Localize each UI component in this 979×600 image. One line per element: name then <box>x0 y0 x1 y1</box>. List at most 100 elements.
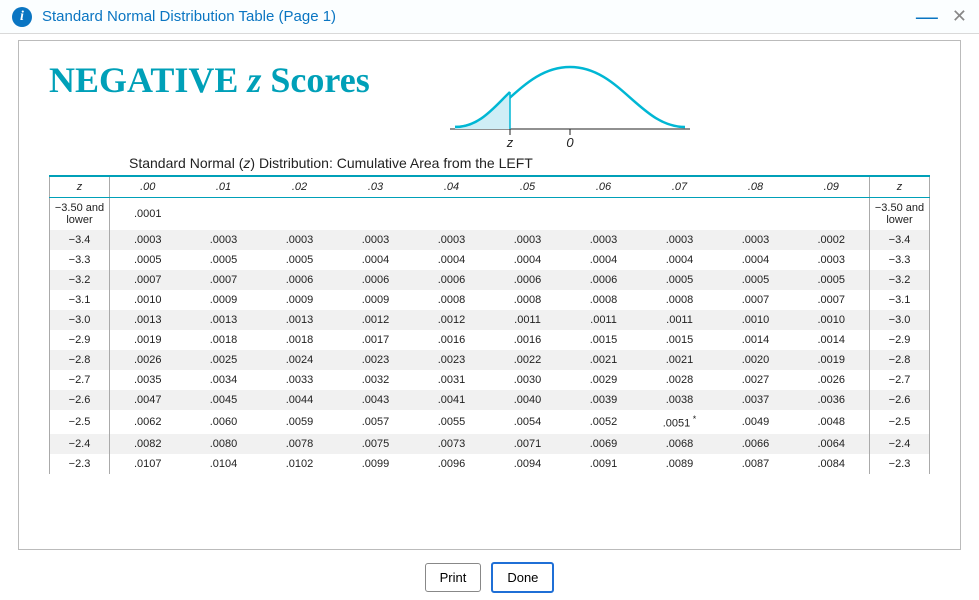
row-z-right: −2.8 <box>870 350 930 370</box>
cell-value: .0020 <box>742 354 770 366</box>
cell: .0008 <box>642 290 718 310</box>
row-z-right: −2.9 <box>870 330 930 350</box>
cell-value: .0033 <box>286 374 314 386</box>
cell-value: .0078 <box>286 438 314 450</box>
cell: .0054 <box>490 410 566 434</box>
row-z-right: −3.4 <box>870 230 930 250</box>
cell: .0009 <box>338 290 414 310</box>
cell: .0043 <box>338 390 414 410</box>
cell-value: .0028 <box>666 374 694 386</box>
cell-value: .0009 <box>286 294 314 306</box>
cell: .0075 <box>338 434 414 454</box>
print-button[interactable]: Print <box>425 563 482 592</box>
cell-value: .0044 <box>286 394 314 406</box>
cell: .0028 <box>642 370 718 390</box>
cell-value: .0089 <box>666 458 694 470</box>
cell: .0004 <box>718 250 794 270</box>
cell-value: .0059 <box>286 416 314 428</box>
row-z-left: −2.4 <box>50 434 110 454</box>
cell: .0004 <box>414 250 490 270</box>
cell-value: .0029 <box>590 374 618 386</box>
cell-value: .0040 <box>514 394 542 406</box>
cell-value: .0003 <box>134 234 162 246</box>
cell-value: .0055 <box>438 416 466 428</box>
table-subtitle: Standard Normal (z) Distribution: Cumula… <box>129 155 930 171</box>
cell: .0037 <box>718 390 794 410</box>
cell-value: .0057 <box>362 416 390 428</box>
table-row: −3.50 and lower.0001−3.50 and lower <box>50 198 930 231</box>
cell: .0006 <box>414 270 490 290</box>
col-header-04: .04 <box>414 176 490 198</box>
cell <box>794 198 870 231</box>
cell-value: .0099 <box>362 458 390 470</box>
table-row: −2.5.0062.0060.0059.0057.0055.0054.0052.… <box>50 410 930 434</box>
cell-value: .0039 <box>590 394 618 406</box>
cell-value: .0008 <box>514 294 542 306</box>
cell-value: .0005 <box>134 254 162 266</box>
minimize-button[interactable]: — <box>916 12 938 22</box>
row-z-left: −2.6 <box>50 390 110 410</box>
cell-value: .0008 <box>666 294 694 306</box>
footnote-star-icon: * <box>690 414 696 424</box>
table-row: −2.8.0026.0025.0024.0023.0023.0022.0021.… <box>50 350 930 370</box>
cell-value: .0007 <box>134 274 162 286</box>
row-z-right: −3.1 <box>870 290 930 310</box>
cell-value: .0007 <box>817 294 845 306</box>
cell-value: .0012 <box>438 314 466 326</box>
cell-value: .0003 <box>362 234 390 246</box>
row-z-left: −3.1 <box>50 290 110 310</box>
row-z-left: −3.0 <box>50 310 110 330</box>
heading-negative: NEGATIVE <box>49 60 238 100</box>
cell-value: .0014 <box>817 334 845 346</box>
cell: .0003 <box>186 230 262 250</box>
done-button[interactable]: Done <box>491 562 554 593</box>
cell: .0012 <box>338 310 414 330</box>
cell-value: .0071 <box>514 438 542 450</box>
cell: .0003 <box>110 230 186 250</box>
cell-value: .0064 <box>817 438 845 450</box>
cell: .0011 <box>566 310 642 330</box>
table-row: −2.7.0035.0034.0033.0032.0031.0030.0029.… <box>50 370 930 390</box>
cell-value: .0022 <box>514 354 542 366</box>
cell-value: .0014 <box>742 334 770 346</box>
cell: .0026 <box>110 350 186 370</box>
table-row: −2.4.0082.0080.0078.0075.0073.0071.0069.… <box>50 434 930 454</box>
cell: .0007 <box>718 290 794 310</box>
cell: .0059 <box>262 410 338 434</box>
cell-value: .0004 <box>666 254 694 266</box>
cell: .0007 <box>110 270 186 290</box>
cell-value: .0006 <box>438 274 466 286</box>
cell: .0102 <box>262 454 338 474</box>
cell: .0021 <box>566 350 642 370</box>
cell-value: .0035 <box>134 374 162 386</box>
row-z-right: −3.3 <box>870 250 930 270</box>
cell: .0014 <box>718 330 794 350</box>
cell: .0020 <box>718 350 794 370</box>
cell: .0029 <box>566 370 642 390</box>
cell-value: .0021 <box>590 354 618 366</box>
cell: .0004 <box>566 250 642 270</box>
cell-value: .0005 <box>666 274 694 286</box>
cell: .0003 <box>414 230 490 250</box>
cell: .0084 <box>794 454 870 474</box>
col-header-01: .01 <box>186 176 262 198</box>
cell-value: .0006 <box>590 274 618 286</box>
cell <box>414 198 490 231</box>
close-button[interactable]: ✕ <box>952 6 967 27</box>
window-controls: — ✕ <box>916 6 967 27</box>
table-row: −2.6.0047.0045.0044.0043.0041.0040.0039.… <box>50 390 930 410</box>
row-z-left: −2.9 <box>50 330 110 350</box>
cell-value: .0043 <box>362 394 390 406</box>
cell-value: .0004 <box>590 254 618 266</box>
cell-value: .0011 <box>666 314 693 326</box>
cell <box>642 198 718 231</box>
cell: .0033 <box>262 370 338 390</box>
cell: .0019 <box>794 350 870 370</box>
cell: .0010 <box>718 310 794 330</box>
row-z-right: −2.3 <box>870 454 930 474</box>
cell: .0021 <box>642 350 718 370</box>
cell-value: .0013 <box>134 314 162 326</box>
col-header-z-left: z <box>50 176 110 198</box>
cell-value: .0107 <box>134 458 162 470</box>
row-z-left: −2.3 <box>50 454 110 474</box>
